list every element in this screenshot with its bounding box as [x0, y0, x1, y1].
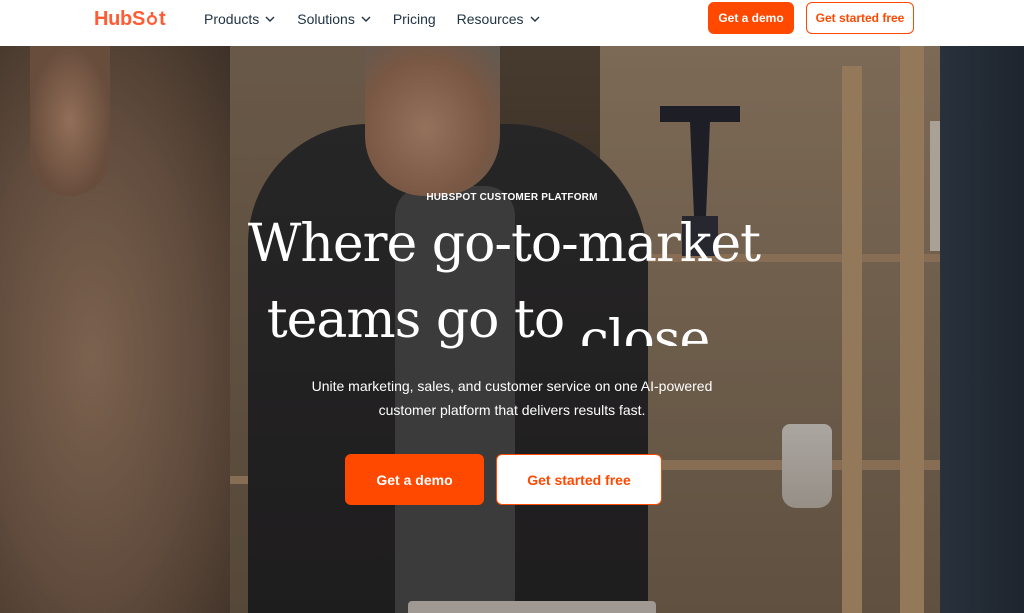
nav-item-resources[interactable]: Resources — [457, 10, 541, 28]
nav-item-label: Products — [204, 11, 260, 27]
chevron-down-icon — [530, 16, 540, 22]
top-navigation: HubS t Products Solutions Pricing Resour… — [0, 0, 1024, 46]
hero-rotating-word-mask: close — [580, 290, 710, 346]
hero-eyebrow: HUBSPOT CUSTOMER PLATFORM — [426, 192, 598, 203]
hubspot-logo[interactable]: HubS t — [94, 7, 166, 31]
hero-section: HUBSPOT CUSTOMER PLATFORM Where go-to-ma… — [0, 46, 1024, 613]
nav-links: Products Solutions Pricing Resources — [204, 10, 562, 28]
hero-subtext-line2: customer platform that delivers results … — [378, 402, 646, 418]
nav-item-label: Resources — [456, 11, 524, 27]
hero-headline-line1: Where go-to-market — [247, 214, 761, 274]
nav-item-solutions[interactable]: Solutions — [297, 10, 372, 28]
nav-item-label: Solutions — [297, 11, 355, 27]
hero-get-started-free-button[interactable]: Get started free — [496, 454, 662, 505]
nav-item-products[interactable]: Products — [204, 10, 276, 28]
hero-subtext: Unite marketing, sales, and customer ser… — [0, 374, 1024, 422]
hero-subtext-line1: Unite marketing, sales, and customer ser… — [311, 378, 713, 394]
hero-get-demo-button[interactable]: Get a demo — [345, 454, 484, 505]
nav-get-demo-button[interactable]: Get a demo — [708, 2, 794, 34]
hero-content: HUBSPOT CUSTOMER PLATFORM Where go-to-ma… — [0, 46, 1024, 613]
logo-text-end: t — [159, 7, 166, 30]
hero-rotating-word: close — [579, 310, 710, 346]
hero-headline-line2: teams go to close — [0, 290, 1000, 350]
nav-item-pricing[interactable]: Pricing — [393, 10, 436, 28]
chevron-down-icon — [361, 16, 371, 22]
hero-headline-line2-text: teams go to — [266, 290, 580, 350]
nav-item-label: Pricing — [392, 11, 436, 27]
nav-get-started-free-button[interactable]: Get started free — [806, 2, 914, 34]
logo-text-start: HubS — [94, 7, 146, 30]
chevron-down-icon — [265, 16, 275, 22]
sprocket-icon — [146, 12, 158, 26]
